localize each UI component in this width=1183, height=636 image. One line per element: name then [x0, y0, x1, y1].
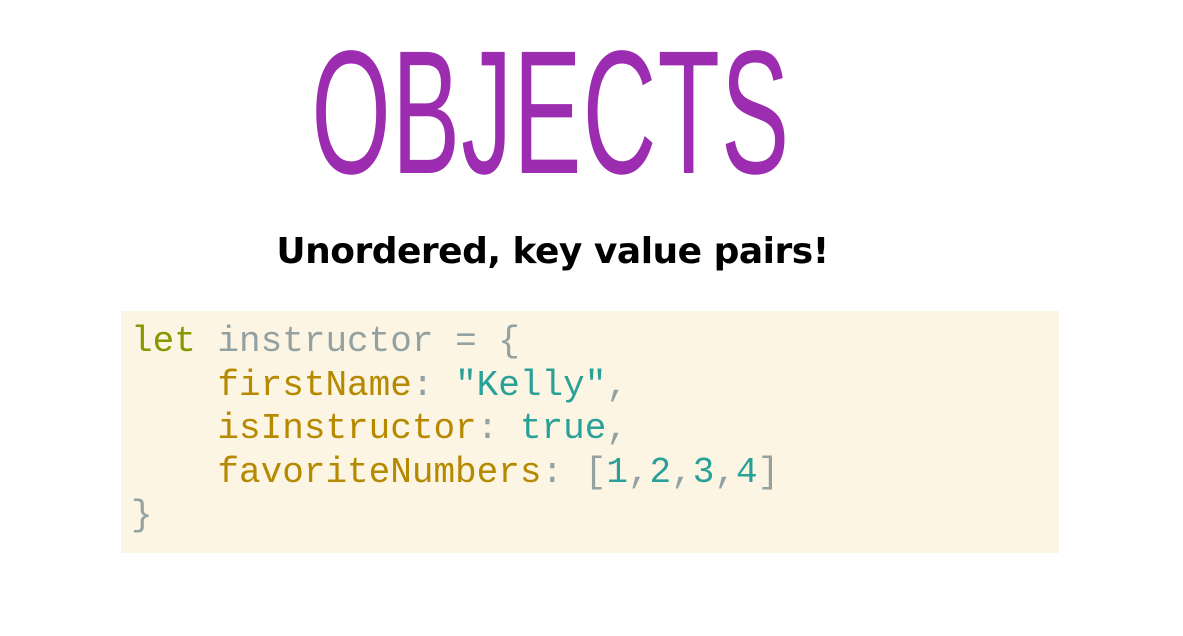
code-property-key: isInstructor [217, 408, 477, 449]
code-operator: = [455, 321, 477, 362]
code-property-key: firstName [217, 364, 412, 406]
code-colon: : [541, 451, 564, 493]
code-keyword: let [131, 321, 196, 362]
code-block: let instructor = { firstName: "Kelly", i… [121, 311, 1059, 553]
code-colon: : [476, 408, 499, 449]
code-line: firstName: "Kelly", [131, 364, 779, 408]
slide-title: OBJECTS [311, 15, 791, 211]
code-comma: , [606, 364, 628, 406]
code-line: favoriteNumbers: [1,2,3,4] [131, 451, 779, 495]
code-number: 2 [649, 451, 672, 493]
code-colon: : [411, 364, 434, 406]
code-bracket-close: ] [757, 451, 780, 493]
code-number: 4 [735, 451, 758, 493]
code-comma: , [627, 451, 650, 493]
code-comma: , [606, 408, 628, 449]
code-number: 1 [606, 451, 628, 493]
code-identifier: instructor [217, 321, 434, 362]
code-line: } [131, 494, 779, 538]
slide-subtitle: Unordered, key value pairs! [276, 231, 829, 272]
code-comma: , [671, 451, 693, 493]
code-line: let instructor = { [131, 320, 779, 364]
code-boolean-value: true [519, 408, 607, 449]
code-comma: , [714, 451, 736, 493]
code-brace-open: { [498, 321, 520, 362]
code-content: let instructor = { firstName: "Kelly", i… [131, 320, 779, 538]
code-brace-close: } [131, 495, 153, 536]
code-property-key: favoriteNumbers [217, 451, 542, 493]
code-bracket-open: [ [584, 451, 607, 493]
code-string-value: "Kelly" [455, 364, 607, 406]
code-number: 3 [692, 451, 715, 493]
code-line: isInstructor: true, [131, 407, 779, 451]
